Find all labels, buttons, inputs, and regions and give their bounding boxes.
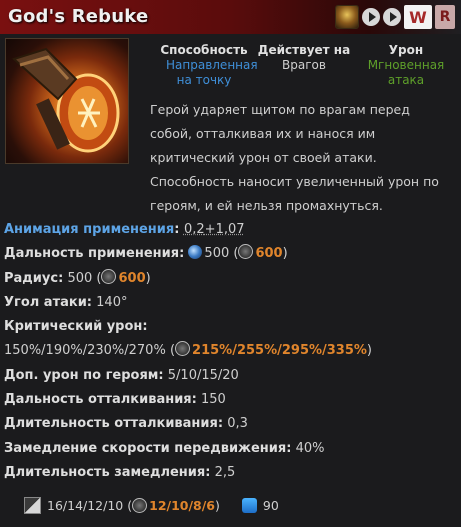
- radius-label: Радиус:: [4, 270, 64, 286]
- slow-duration-label: Длительность замедления:: [4, 464, 211, 480]
- play-video-icon[interactable]: [362, 8, 380, 26]
- scepter-icon: [132, 498, 148, 513]
- hero-portrait-icon[interactable]: [335, 5, 359, 29]
- stat-crit-values: 150%/190%/230%/270% (215%/255%/295%/335%…: [4, 341, 372, 359]
- cast-range-label: Дальность применения:: [4, 246, 185, 262]
- stat-move-slow: Замедление скорости передвижения: 40%: [4, 437, 459, 461]
- hotkey-r-badge: R: [435, 5, 455, 29]
- ability-type-label: Способность: [160, 43, 248, 57]
- stat-slow-duration: Длительность замедления: 2,5: [4, 461, 459, 485]
- damage-type-value: Мгновенная атака: [367, 58, 445, 87]
- stat-cast-animation: Анимация применения: 0,2+1,07: [4, 222, 245, 237]
- attack-angle-label: Угол атаки:: [4, 294, 93, 310]
- cooldown-icon: [24, 497, 41, 514]
- slow-duration-value: 2,5: [214, 464, 236, 480]
- ability-footer: 16/14/12/10 (12/10/8/6) 90: [24, 497, 279, 514]
- scepter-icon: [238, 244, 254, 260]
- cast-animation-value-a: 0,2: [183, 222, 205, 237]
- stat-knockback-distance: Дальность отталкивания: 150: [4, 388, 459, 412]
- knockback-distance-value: 150: [201, 392, 226, 408]
- mana-cost-value: 90: [262, 498, 279, 513]
- meta-damage: Урон Мгновенная атака: [358, 43, 454, 88]
- crit-damage-scepter-value: 215%/255%/295%/335%: [192, 343, 367, 359]
- ability-icon: [5, 38, 129, 164]
- tooltip-header: God's Rebuke W R: [0, 0, 461, 34]
- header-controls: W R: [335, 5, 455, 29]
- meta-affects: Действует на Врагов: [257, 43, 351, 73]
- play-next-icon[interactable]: [383, 8, 401, 26]
- move-slow-value: 40%: [295, 440, 325, 456]
- mana-icon: [241, 498, 257, 513]
- stat-attack-angle: Угол атаки: 140°: [4, 291, 459, 315]
- affects-label: Действует на: [257, 43, 351, 57]
- shield-mace-icon: [12, 47, 120, 153]
- hero-damage-value: 5/10/15/20: [167, 367, 239, 383]
- ability-title: God's Rebuke: [8, 6, 149, 27]
- cooldown-value: 16/14/12/10: [47, 498, 124, 513]
- crit-damage-value: 150%/190%/230%/270%: [4, 343, 166, 359]
- cast-range-value: 500: [204, 246, 230, 262]
- stat-crit-header: Критический урон:: [4, 315, 459, 339]
- hero-damage-label: Доп. урон по героям:: [4, 367, 164, 383]
- ability-type-value: Направленная на точку: [166, 58, 258, 87]
- cast-animation-label[interactable]: Анимация применения: [4, 222, 174, 237]
- stat-knockback-duration: Длительность отталкивания: 0,3: [4, 412, 459, 436]
- hotkey-w-badge: W: [404, 5, 432, 29]
- meta-ability-type: Способность Направленная на точку: [151, 43, 257, 88]
- scepter-icon: [175, 341, 191, 357]
- radius-value: 500: [67, 270, 93, 286]
- scepter-icon: [101, 268, 117, 284]
- radius-scepter-value: 600: [118, 270, 146, 286]
- stat-cast-range: Дальность применения: 500 (600): [4, 244, 288, 262]
- stat-hero-damage: Доп. урон по героям: 5/10/15/20: [4, 364, 459, 388]
- crit-damage-label: Критический урон:: [4, 319, 148, 335]
- attack-angle-value: 140°: [96, 294, 128, 310]
- ability-description: Герой ударяет щитом по врагам перед собо…: [150, 102, 439, 213]
- cast-animation-value-b: +1,07: [204, 222, 245, 237]
- cooldown-scepter-value: 12/10/8/6: [149, 498, 216, 513]
- knockback-distance-label: Дальность отталкивания:: [4, 392, 197, 408]
- damage-type-label: Урон: [388, 43, 424, 57]
- knockback-duration-value: 0,3: [227, 416, 248, 432]
- aether-lens-icon: [188, 245, 203, 260]
- affects-value: Врагов: [282, 58, 326, 72]
- cast-range-scepter-value: 600: [255, 246, 283, 262]
- move-slow-label: Замедление скорости передвижения:: [4, 440, 292, 456]
- stat-radius: Радиус: 500 (600): [4, 268, 151, 286]
- ability-stats: Анимация применения: 0,2+1,07 Дальность …: [4, 218, 459, 485]
- knockback-duration-label: Длительность отталкивания:: [4, 416, 224, 432]
